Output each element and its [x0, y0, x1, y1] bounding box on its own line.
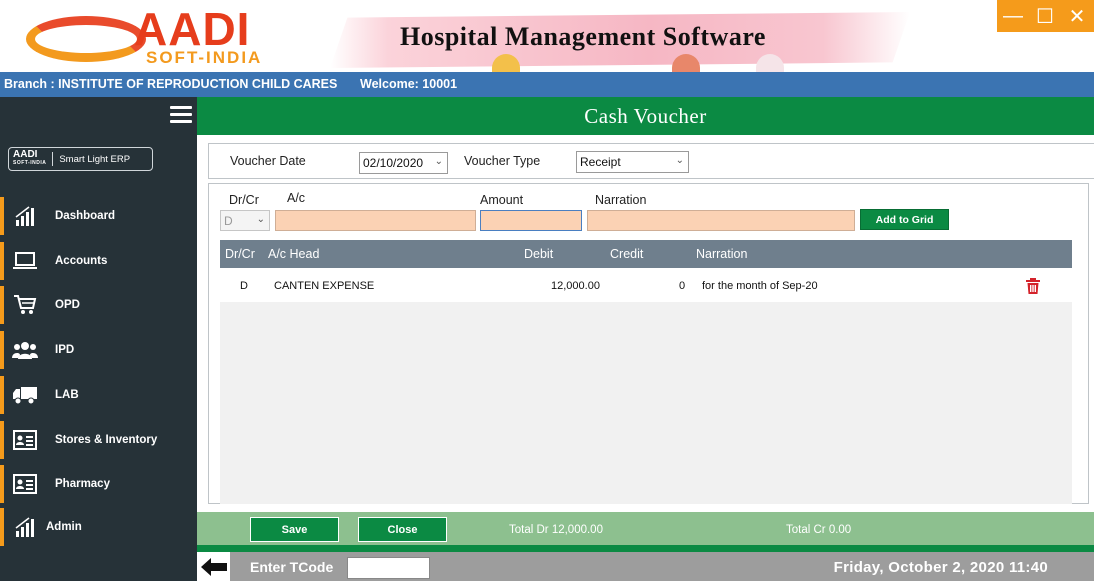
- laptop-icon: [12, 249, 38, 273]
- column-header-narration: Narration: [696, 247, 748, 261]
- sidebar-item-label: OPD: [55, 299, 80, 311]
- chevron-down-icon: ⌄: [434, 156, 443, 167]
- page-title-bar: Cash Voucher: [197, 97, 1094, 135]
- maximize-button[interactable]: ☐: [1029, 0, 1061, 32]
- erp-badge-label: Smart Light ERP: [59, 153, 131, 165]
- sidebar-item-label: IPD: [55, 344, 75, 356]
- tcode-input[interactable]: [347, 557, 430, 579]
- voucher-type-label: Voucher Type: [464, 154, 541, 168]
- column-header-credit: Credit: [610, 247, 644, 261]
- cart-icon: [12, 293, 38, 317]
- minimize-button[interactable]: —: [997, 0, 1029, 32]
- id-card-icon: [12, 428, 38, 452]
- sidebar-item-label: Admin: [46, 521, 82, 533]
- mini-logo: AADI SOFT-INDIA: [13, 149, 47, 167]
- sidebar-item-dashboard[interactable]: Dashboard: [0, 197, 197, 235]
- sidebar: AADI SOFT-INDIA Smart Light ERP Dashboar…: [0, 97, 197, 581]
- add-to-grid-button[interactable]: Add to Grid: [860, 209, 949, 230]
- branch-bar: Branch : INSTITUTE OF REPRODUCTION CHILD…: [0, 72, 1094, 97]
- column-header-ac-head: A/c Head: [268, 247, 320, 261]
- ac-label: A/c: [287, 191, 306, 205]
- total-debit: Total Dr 12,000.00: [509, 524, 603, 536]
- sidebar-item-lab[interactable]: LAB: [0, 376, 197, 414]
- row-debit: 12,000.00: [551, 280, 600, 292]
- sidebar-item-label: LAB: [55, 389, 79, 401]
- drcr-select[interactable]: D ⌄: [220, 210, 270, 231]
- erp-badge: AADI SOFT-INDIA Smart Light ERP: [8, 147, 153, 171]
- close-button[interactable]: Close: [358, 517, 447, 542]
- action-bar: Save Close Total Dr 12,000.00 Total Cr 0…: [197, 512, 1094, 545]
- grid-header: Dr/Cr A/c Head Debit Credit Narration: [220, 240, 1072, 268]
- sidebar-item-stores-inventory[interactable]: Stores & Inventory: [0, 421, 197, 459]
- divider-strip: [197, 545, 1094, 552]
- chevron-down-icon: ⌄: [256, 214, 265, 225]
- sidebar-item-opd[interactable]: OPD: [0, 286, 197, 324]
- sidebar-item-accounts[interactable]: Accounts: [0, 242, 197, 280]
- entry-panel: Dr/Cr A/c Amount Narration D ⌄ Add to Gr…: [208, 183, 1089, 504]
- row-drcr: D: [240, 280, 248, 292]
- chevron-down-icon: ⌄: [675, 155, 684, 166]
- sidebar-item-label: Dashboard: [55, 210, 116, 222]
- voucher-grid: Dr/Cr A/c Head Debit Credit Narration D …: [220, 240, 1072, 504]
- status-bar: Enter TCode Friday, October 2, 2020 11:4…: [197, 552, 1094, 581]
- back-arrow-icon[interactable]: [197, 552, 230, 581]
- sidebar-item-label: Stores & Inventory: [55, 434, 158, 446]
- welcome-label: Welcome: 10001: [360, 77, 458, 91]
- hamburger-menu-icon[interactable]: [170, 106, 192, 124]
- row-narration: for the month of Sep-20: [702, 280, 818, 292]
- branch-label: Branch : INSTITUTE OF REPRODUCTION CHILD…: [4, 77, 338, 91]
- column-header-drcr: Dr/Cr: [225, 247, 255, 261]
- row-credit: 0: [679, 280, 686, 292]
- tcode-label: Enter TCode: [250, 559, 334, 575]
- narration-label: Narration: [595, 193, 647, 207]
- total-credit: Total Cr 0.00: [786, 524, 852, 536]
- trash-icon[interactable]: [1024, 277, 1042, 295]
- window-controls: — ☐ ✕: [997, 0, 1094, 32]
- voucher-type-select[interactable]: Receipt ⌄: [576, 151, 689, 173]
- truck-icon: [12, 383, 38, 407]
- narration-input[interactable]: [587, 210, 855, 231]
- bar-chart-icon: [12, 204, 38, 228]
- column-header-debit: Debit: [524, 247, 554, 261]
- voucher-date-label: Voucher Date: [230, 154, 306, 168]
- bar-chart-icon: [12, 515, 38, 539]
- app-header: AADI SOFT-INDIA Hospital Management Soft…: [0, 0, 1094, 72]
- amount-input[interactable]: [480, 210, 582, 231]
- voucher-header-form: Voucher Date 02/10/2020 ⌄ Voucher Type R…: [208, 143, 1094, 179]
- account-input[interactable]: [275, 210, 476, 231]
- banner-title: Hospital Management Software: [400, 22, 766, 51]
- sidebar-item-label: Pharmacy: [55, 478, 110, 490]
- logo-brand-text: AADI: [134, 3, 251, 55]
- close-window-button[interactable]: ✕: [1061, 0, 1093, 32]
- table-row[interactable]: D CANTEN EXPENSE 12,000.00 0 for the mon…: [220, 268, 1072, 302]
- sidebar-item-pharmacy[interactable]: Pharmacy: [0, 465, 197, 503]
- page-title: Cash Voucher: [584, 103, 707, 128]
- sidebar-item-ipd[interactable]: IPD: [0, 331, 197, 369]
- drcr-label: Dr/Cr: [229, 193, 259, 207]
- row-account-head: CANTEN EXPENSE: [274, 280, 375, 292]
- users-icon: [12, 338, 38, 362]
- id-card-icon: [12, 472, 38, 496]
- date-time-display: Friday, October 2, 2020 11:40: [833, 559, 1048, 576]
- app-window: AADI SOFT-INDIA Hospital Management Soft…: [0, 0, 1094, 581]
- aadi-logo: AADI SOFT-INDIA: [22, 3, 322, 67]
- voucher-date-picker[interactable]: 02/10/2020 ⌄: [359, 152, 448, 174]
- sidebar-item-admin[interactable]: Admin: [0, 508, 197, 546]
- save-button[interactable]: Save: [250, 517, 339, 542]
- sidebar-item-label: Accounts: [55, 255, 108, 267]
- amount-label: Amount: [480, 193, 524, 207]
- logo-sub-text: SOFT-INDIA: [146, 48, 263, 67]
